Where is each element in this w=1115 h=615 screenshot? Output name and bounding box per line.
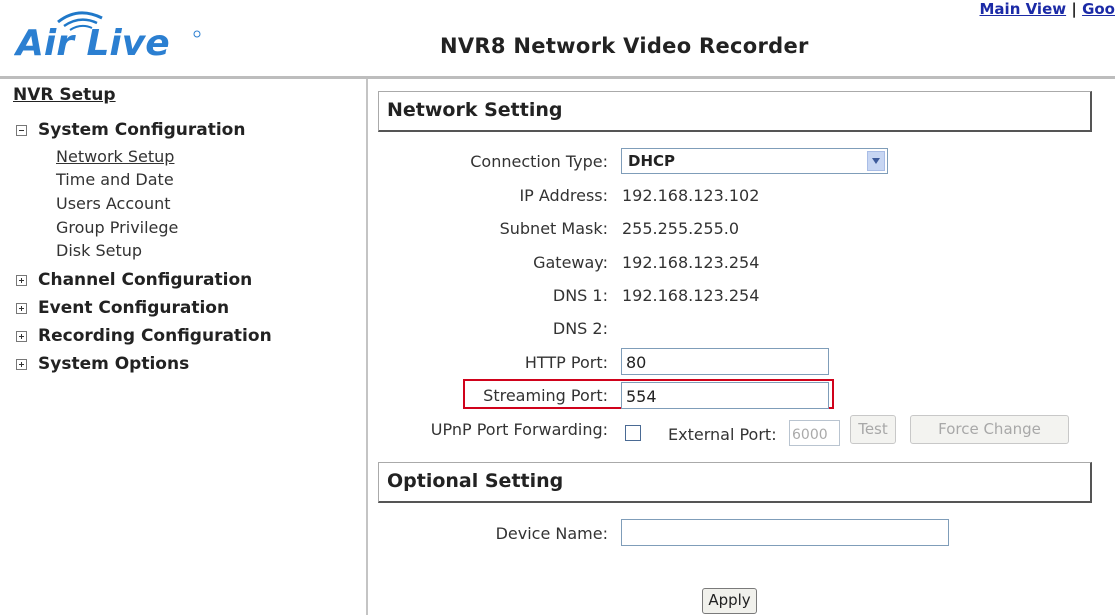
page-title: NVR8 Network Video Recorder <box>440 34 809 58</box>
sidebar-item-network-setup[interactable]: Network Setup <box>56 147 174 166</box>
dns1-label: DNS 1: <box>552 286 608 305</box>
collapse-icon[interactable] <box>16 124 27 136</box>
tree-label: System Options <box>38 354 190 374</box>
main-view-link[interactable]: Main View <box>980 0 1067 18</box>
expand-icon[interactable] <box>16 330 27 342</box>
tree-label: Recording Configuration <box>38 326 272 346</box>
top-link-partial[interactable]: Goo <box>1082 0 1115 18</box>
top-links: Main View | Goo <box>980 0 1115 18</box>
tree-event-configuration[interactable]: Event Configuration <box>16 298 229 318</box>
http-port-label: HTTP Port: <box>524 353 608 372</box>
upnp-port-forwarding-label: UPnP Port Forwarding: <box>430 420 608 439</box>
expand-icon[interactable] <box>16 302 27 314</box>
sidebar-divider <box>366 79 368 615</box>
nvr-setup-link[interactable]: NVR Setup <box>13 85 116 105</box>
svg-text:Air Live: Air Live <box>14 23 170 64</box>
connection-type-label: Connection Type: <box>470 152 608 171</box>
tree-channel-configuration[interactable]: Channel Configuration <box>16 270 252 290</box>
section-title: Optional Setting <box>387 470 564 492</box>
external-port-input[interactable]: 6000 <box>789 420 840 446</box>
chevron-down-icon[interactable] <box>867 151 885 171</box>
tree-label: Channel Configuration <box>38 270 253 290</box>
device-name-input[interactable] <box>621 519 949 546</box>
gateway-label: Gateway: <box>533 253 608 272</box>
network-setting-header: Network Setting <box>378 91 1092 132</box>
subnet-mask-label: Subnet Mask: <box>499 219 608 238</box>
apply-button[interactable]: Apply <box>702 588 757 614</box>
sidebar-item-group-privilege[interactable]: Group Privilege <box>56 218 178 237</box>
connection-type-value: DHCP <box>628 152 676 170</box>
gateway-value: 192.168.123.254 <box>622 253 760 272</box>
dns2-label: DNS 2: <box>552 319 608 338</box>
expand-icon[interactable] <box>16 274 27 286</box>
subnet-mask-value: 255.255.255.0 <box>622 219 740 238</box>
sidebar-item-disk-setup[interactable]: Disk Setup <box>56 241 142 260</box>
tree-label: System Configuration <box>38 120 246 140</box>
streaming-port-label: Streaming Port: <box>483 386 608 405</box>
dns1-value: 192.168.123.254 <box>622 286 760 305</box>
sidebar: NVR Setup System Configuration Network S… <box>0 79 366 615</box>
device-name-label: Device Name: <box>495 524 608 543</box>
test-button[interactable]: Test <box>850 415 896 444</box>
optional-setting-header: Optional Setting <box>378 462 1092 503</box>
expand-icon[interactable] <box>16 358 27 370</box>
sidebar-item-users-account[interactable]: Users Account <box>56 194 171 213</box>
ip-address-label: IP Address: <box>519 186 608 205</box>
tree-system-options[interactable]: System Options <box>16 354 189 374</box>
tree-recording-configuration[interactable]: Recording Configuration <box>16 326 272 346</box>
link-separator: | <box>1071 0 1077 18</box>
sidebar-item-time-and-date[interactable]: Time and Date <box>56 170 174 189</box>
http-port-input[interactable]: 80 <box>621 348 829 375</box>
airlive-logo: Air Live <box>14 11 201 64</box>
external-port-label: External Port: <box>668 425 777 444</box>
connection-type-select[interactable]: DHCP <box>621 148 888 174</box>
streaming-port-input[interactable]: 554 <box>621 382 829 409</box>
ip-address-value: 192.168.123.102 <box>622 186 760 205</box>
section-title: Network Setting <box>387 99 563 121</box>
upnp-port-forwarding-checkbox[interactable] <box>625 425 641 441</box>
tree-system-configuration[interactable]: System Configuration <box>16 120 245 140</box>
tree-label: Event Configuration <box>38 298 230 318</box>
force-change-button[interactable]: Force Change <box>910 415 1069 444</box>
